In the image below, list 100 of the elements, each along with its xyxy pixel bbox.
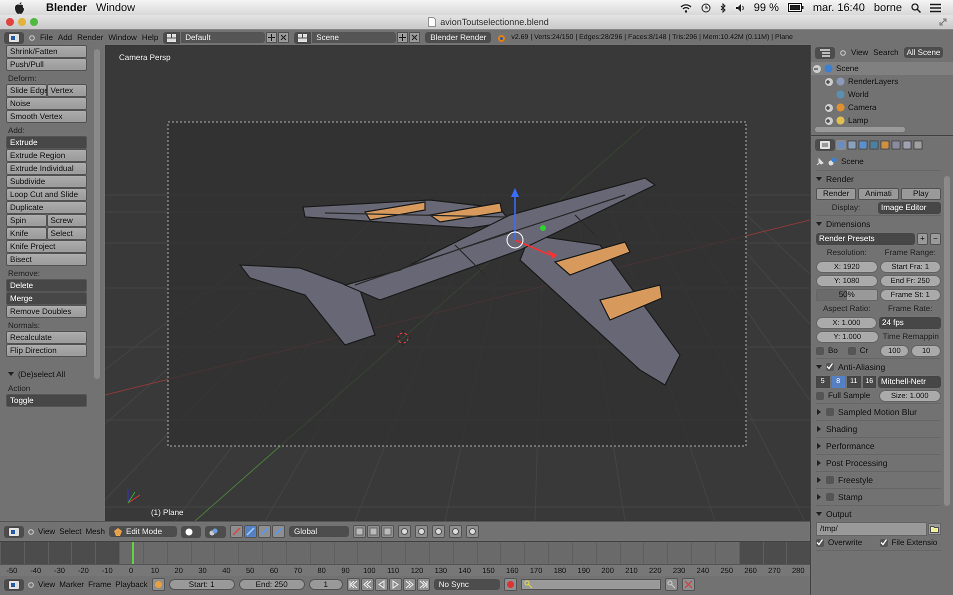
- header-icon-button[interactable]: [466, 525, 479, 538]
- tool-button[interactable]: Noise: [6, 97, 87, 110]
- scrollbar[interactable]: [815, 127, 905, 132]
- checkbox[interactable]: [826, 493, 834, 501]
- properties-tab[interactable]: [902, 140, 912, 150]
- menu-item[interactable]: Playback: [115, 580, 148, 589]
- list-icon[interactable]: [930, 2, 941, 12]
- header-icon-button[interactable]: [415, 525, 428, 538]
- properties-tab[interactable]: [913, 140, 923, 150]
- menu-item[interactable]: Render: [77, 33, 104, 42]
- properties-tab[interactable]: [880, 140, 890, 150]
- scrollbar[interactable]: [94, 49, 100, 379]
- mode-dropdown[interactable]: Edit Mode: [109, 526, 177, 537]
- collapse-icon[interactable]: [28, 582, 34, 588]
- header-icon-button[interactable]: [398, 525, 411, 538]
- dropdown[interactable]: 24 fps: [879, 316, 941, 328]
- tool-button[interactable]: Spin: [6, 214, 46, 227]
- panel-header[interactable]: Post Processing: [816, 455, 941, 471]
- panel-header[interactable]: Output: [816, 506, 941, 522]
- menu-item[interactable]: Select: [59, 527, 82, 536]
- checkbox[interactable]: [816, 346, 824, 354]
- menu-item[interactable]: Add: [58, 33, 72, 42]
- playback-button[interactable]: [402, 578, 416, 591]
- tool-button[interactable]: Vertex: [46, 84, 87, 97]
- playback-button[interactable]: [360, 578, 374, 591]
- layout-icon-button[interactable]: [163, 32, 180, 44]
- checkbox[interactable]: [848, 346, 856, 354]
- editor-type-button[interactable]: [4, 526, 24, 538]
- output-path-field[interactable]: /tmp/: [816, 522, 927, 536]
- menu-item[interactable]: View: [851, 48, 868, 57]
- checkbox[interactable]: [816, 538, 824, 546]
- menu-item[interactable]: Window: [96, 2, 136, 14]
- checkbox[interactable]: [880, 538, 888, 546]
- current-frame-field[interactable]: 1: [308, 579, 343, 590]
- tree-item[interactable]: World: [848, 90, 869, 99]
- collapse-icon[interactable]: [28, 528, 34, 534]
- tree-item[interactable]: RenderLayers: [848, 77, 898, 86]
- tool-button[interactable]: Remove Doubles: [6, 305, 87, 318]
- sync-dropdown[interactable]: No Sync: [434, 579, 500, 590]
- panel-header[interactable]: Performance: [816, 438, 941, 454]
- tool-button[interactable]: Duplicate: [6, 201, 87, 214]
- tree-item[interactable]: Scene: [836, 64, 859, 73]
- start-frame-field[interactable]: Start: 1: [168, 579, 235, 590]
- expand-toggle[interactable]: [813, 64, 821, 72]
- tool-button[interactable]: Screw: [46, 214, 87, 227]
- render-button[interactable]: Render: [816, 188, 856, 200]
- playback-button[interactable]: [388, 578, 402, 591]
- user-name[interactable]: borne: [874, 2, 902, 14]
- render-button[interactable]: Play: [900, 188, 941, 200]
- add-button[interactable]: [397, 32, 408, 43]
- tree-item[interactable]: Camera: [848, 103, 876, 112]
- editor-type-button[interactable]: [4, 32, 24, 44]
- expand-toggle[interactable]: [825, 78, 833, 86]
- end-frame-field[interactable]: End: 250: [238, 579, 305, 590]
- manipulator-button[interactable]: [258, 525, 271, 538]
- expand-toggle[interactable]: [825, 104, 833, 112]
- checkbox[interactable]: [826, 476, 834, 484]
- clock[interactable]: mar. 16:40: [812, 2, 865, 14]
- panel-header[interactable]: Anti-Aliasing: [816, 359, 941, 375]
- tool-button[interactable]: Knife: [6, 227, 46, 240]
- checkbox[interactable]: [826, 363, 834, 371]
- editor-type-button[interactable]: [815, 46, 835, 58]
- playback-button[interactable]: [374, 578, 388, 591]
- editor-type-button[interactable]: [4, 578, 24, 590]
- panel-header[interactable]: Stamp: [816, 489, 941, 505]
- collapse-icon[interactable]: [29, 34, 35, 40]
- speaker-icon[interactable]: [734, 2, 745, 12]
- menu-item[interactable]: Frame: [88, 580, 112, 589]
- tool-button[interactable]: Bisect: [6, 253, 87, 266]
- current-frame-line[interactable]: [132, 542, 134, 564]
- orientation-dropdown[interactable]: Global: [289, 526, 349, 537]
- name-field[interactable]: Scene: [312, 32, 396, 43]
- menu-item[interactable]: Window: [108, 33, 137, 42]
- add-button[interactable]: [266, 32, 278, 43]
- tool-dropdown[interactable]: Delete: [6, 279, 87, 292]
- manipulator-drawing[interactable]: [506, 188, 557, 259]
- display-mode-dropdown[interactable]: All Scene: [904, 47, 944, 58]
- close-button[interactable]: [6, 18, 14, 26]
- tool-button[interactable]: Knife Project: [6, 240, 87, 253]
- folder-button[interactable]: [928, 522, 941, 534]
- keying-set-field[interactable]: [520, 579, 661, 590]
- properties-tab[interactable]: [847, 140, 857, 150]
- menu-item[interactable]: Search: [873, 48, 899, 57]
- tool-button[interactable]: Shrink/Fatten: [6, 45, 87, 58]
- render-button[interactable]: Animati: [858, 188, 899, 200]
- preset-button[interactable]: −: [930, 232, 941, 244]
- header-icon-button[interactable]: [449, 525, 462, 538]
- menu-item[interactable]: Marker: [59, 580, 84, 589]
- app-menu[interactable]: Blender: [46, 2, 87, 14]
- select-mode-button[interactable]: [381, 525, 394, 538]
- dropdown[interactable]: Mitchell-Netr: [878, 376, 941, 388]
- tool-button[interactable]: Extrude Individual: [6, 162, 87, 175]
- battery-icon[interactable]: [788, 3, 804, 12]
- shading-dropdown[interactable]: [181, 526, 201, 538]
- keying-button[interactable]: [152, 578, 165, 591]
- checkbox[interactable]: [826, 408, 834, 416]
- checkbox[interactable]: [816, 392, 824, 400]
- editor-type-button[interactable]: [815, 138, 835, 150]
- fullscreen-icon[interactable]: [939, 18, 947, 26]
- expand-toggle[interactable]: [825, 116, 833, 124]
